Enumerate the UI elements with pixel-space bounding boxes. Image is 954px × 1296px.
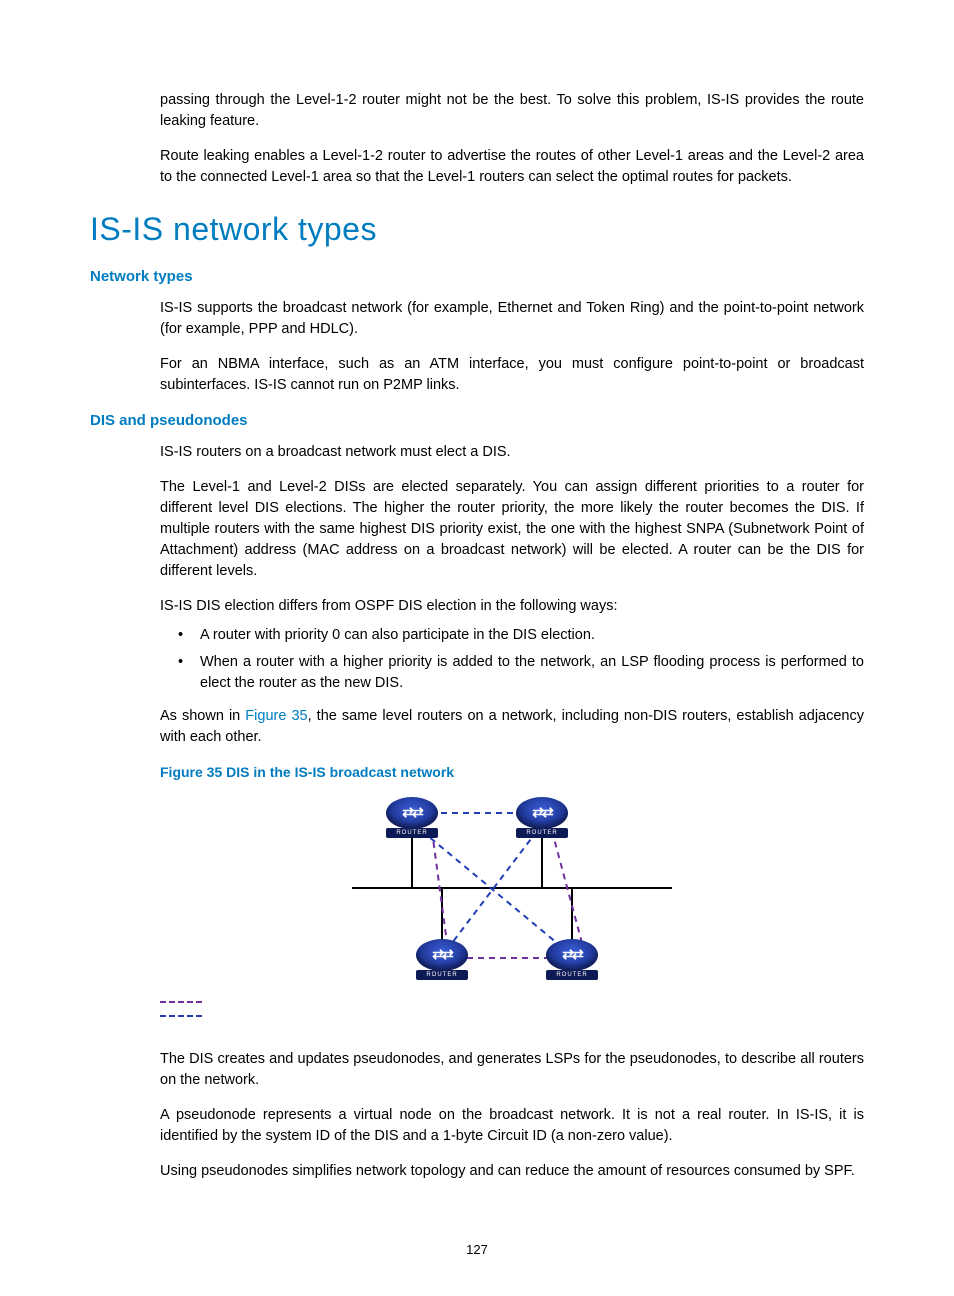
list-item: A router with priority 0 can also partic… [178,625,864,646]
subheading-dis-pseudonodes: DIS and pseudonodes [90,410,864,432]
dis-paragraph-4: As shown in Figure 35, the same level ro… [160,706,864,748]
network-types-paragraph-2: For an NBMA interface, such as an ATM in… [160,354,864,396]
network-types-paragraph-1: IS-IS supports the broadcast network (fo… [160,298,864,340]
dis-paragraph-2: The Level-1 and Level-2 DISs are elected… [160,477,864,582]
section-heading-isis-network-types: IS-IS network types [90,206,864,252]
figure-35-diagram: ⇄⇄ ROUTER ⇄⇄ ROUTER ⇄⇄ ROUTER ⇄⇄ ROUTER [160,793,864,983]
dis-paragraph-6: A pseudonode represents a virtual node o… [160,1105,864,1147]
router-icon: ⇄⇄ ROUTER [516,797,568,839]
page-content: passing through the Level-1-2 router mig… [0,0,954,1182]
dis-paragraph-7: Using pseudonodes simplifies network top… [160,1161,864,1182]
router-icon: ⇄⇄ ROUTER [546,939,598,981]
router-icon: ⇄⇄ ROUTER [386,797,438,839]
intro-paragraph-1: passing through the Level-1-2 router mig… [160,90,864,132]
list-item: When a router with a higher priority is … [178,652,864,694]
page-number: 127 [0,1241,954,1260]
dis-bullet-list: A router with priority 0 can also partic… [160,625,864,694]
legend-dash-purple [160,1001,202,1003]
figure-legend [160,1001,864,1031]
dis-paragraph-1: IS-IS routers on a broadcast network mus… [160,442,864,463]
legend-dash-blue [160,1015,202,1017]
figure-caption: Figure 35 DIS in the IS-IS broadcast net… [160,762,864,782]
figure-reference-link[interactable]: Figure 35 [245,708,307,724]
intro-paragraph-2: Route leaking enables a Level-1-2 router… [160,146,864,188]
dis-paragraph-5: The DIS creates and updates pseudonodes,… [160,1049,864,1091]
subheading-network-types: Network types [90,266,864,288]
router-icon: ⇄⇄ ROUTER [416,939,468,981]
dis-paragraph-3: IS-IS DIS election differs from OSPF DIS… [160,596,864,617]
